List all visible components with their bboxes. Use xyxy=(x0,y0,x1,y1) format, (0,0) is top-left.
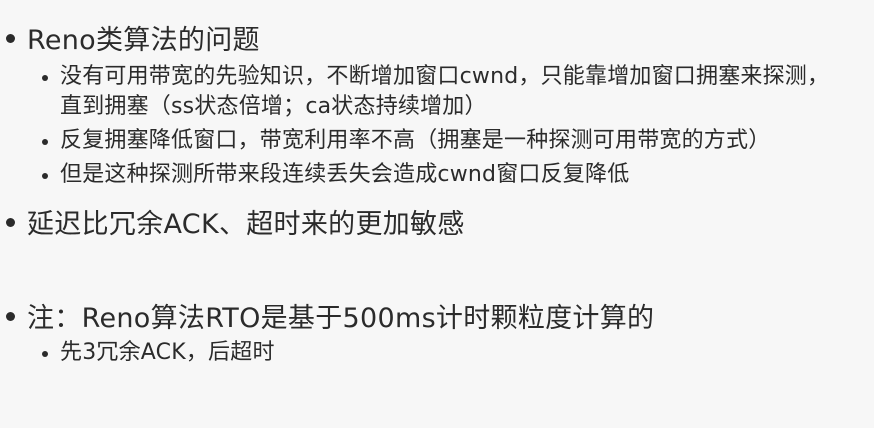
bullet-note-rto: 注：Reno算法RTO是基于500ms计时颗粒度计算的 xyxy=(6,296,654,335)
sub-bullet-text: 先3冗余ACK，后超时 xyxy=(60,340,275,365)
bullet-reno-problems: Reno类算法的问题 xyxy=(6,18,260,57)
sub-bullet-text: 反复拥塞降低窗口，带宽利用率不高（拥塞是一种探测可用带宽的方式） xyxy=(60,128,771,153)
bullet-text: 注：Reno算法RTO是基于500ms计时颗粒度计算的 xyxy=(27,303,655,334)
bullet-delay-sensitive: 延迟比冗余ACK、超时来的更加敏感 xyxy=(6,202,465,241)
sub-bullet-text: 但是这种探测所带来段连续丢失会造成cwnd窗口反复降低 xyxy=(60,162,630,187)
sub-bullet-consecutive-loss: 但是这种探测所带来段连续丢失会造成cwnd窗口反复降低 xyxy=(42,160,629,190)
sub-bullet-text: 没有可用带宽的先验知识，不断增加窗口cwnd，只能靠增加窗口拥塞来探测，直到拥塞… xyxy=(60,64,830,119)
bullet-text: 延迟比冗余ACK、超时来的更加敏感 xyxy=(27,209,465,240)
sub-bullet-dot-icon xyxy=(42,75,48,81)
slide: Reno类算法的问题 没有可用带宽的先验知识，不断增加窗口cwnd，只能靠增加窗… xyxy=(0,0,874,428)
sub-bullet-dot-icon xyxy=(42,351,48,357)
bullet-dot-icon xyxy=(6,34,15,43)
sub-bullet-dot-icon xyxy=(42,139,48,145)
sub-bullet-no-prior-knowledge: 没有可用带宽的先验知识，不断增加窗口cwnd，只能靠增加窗口拥塞来探测，直到拥塞… xyxy=(42,62,830,122)
sub-bullet-dot-icon xyxy=(42,173,48,179)
bullet-dot-icon xyxy=(6,218,15,227)
sub-bullet-low-utilization: 反复拥塞降低窗口，带宽利用率不高（拥塞是一种探测可用带宽的方式） xyxy=(42,126,770,156)
sub-bullet-dupack-then-timeout: 先3冗余ACK，后超时 xyxy=(42,338,275,368)
bullet-dot-icon xyxy=(6,312,15,321)
bullet-text: Reno类算法的问题 xyxy=(27,25,260,56)
